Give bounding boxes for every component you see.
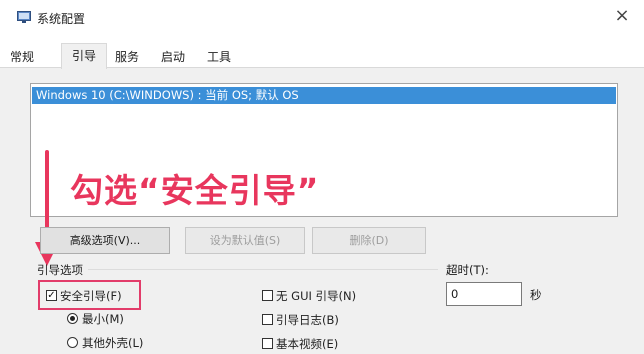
no-gui-label[interactable]: 无 GUI 引导(N) — [276, 288, 356, 304]
base-video-checkbox[interactable] — [262, 338, 273, 349]
timeout-unit: 秒 — [530, 288, 542, 302]
boot-options-label: 引导选项 — [37, 263, 83, 277]
boot-log-label[interactable]: 引导日志(B) — [276, 312, 339, 328]
alternate-shell-radio[interactable] — [67, 337, 78, 348]
group-divider — [88, 269, 438, 270]
boot-log-checkbox[interactable] — [262, 314, 273, 325]
tab-general[interactable]: 常规 — [6, 48, 38, 67]
tab-boot[interactable]: 引导 — [61, 43, 108, 69]
safe-boot-label[interactable]: 安全引导(F) — [60, 288, 122, 304]
tab-tools[interactable]: 工具 — [203, 48, 235, 67]
boot-entry-selected[interactable]: Windows 10 (C:\WINDOWS) : 当前 OS; 默认 OS — [32, 87, 616, 104]
timeout-label: 超时(T): — [446, 263, 489, 277]
delete-button[interactable]: 删除(D) — [312, 227, 426, 254]
advanced-options-button[interactable]: 高级选项(V)... — [40, 227, 170, 254]
title-bar — [0, 0, 644, 36]
annotation-text: 勾选“安全引导” — [70, 171, 320, 210]
minimal-radio[interactable] — [67, 313, 78, 324]
tab-startup[interactable]: 启动 — [157, 48, 189, 67]
alternate-shell-label[interactable]: 其他外壳(L) — [82, 335, 143, 351]
msconfig-icon — [17, 11, 31, 23]
no-gui-checkbox[interactable] — [262, 290, 273, 301]
tab-services[interactable]: 服务 — [111, 48, 143, 67]
minimal-label[interactable]: 最小(M) — [82, 311, 124, 327]
close-button[interactable]: × — [611, 5, 633, 27]
window-title: 系统配置 — [37, 12, 86, 26]
safe-boot-checkbox[interactable]: ✓ — [46, 290, 57, 301]
set-default-button[interactable]: 设为默认值(S) — [185, 227, 305, 254]
timeout-input[interactable]: 0 — [446, 282, 522, 306]
base-video-label[interactable]: 基本视频(E) — [276, 336, 338, 352]
